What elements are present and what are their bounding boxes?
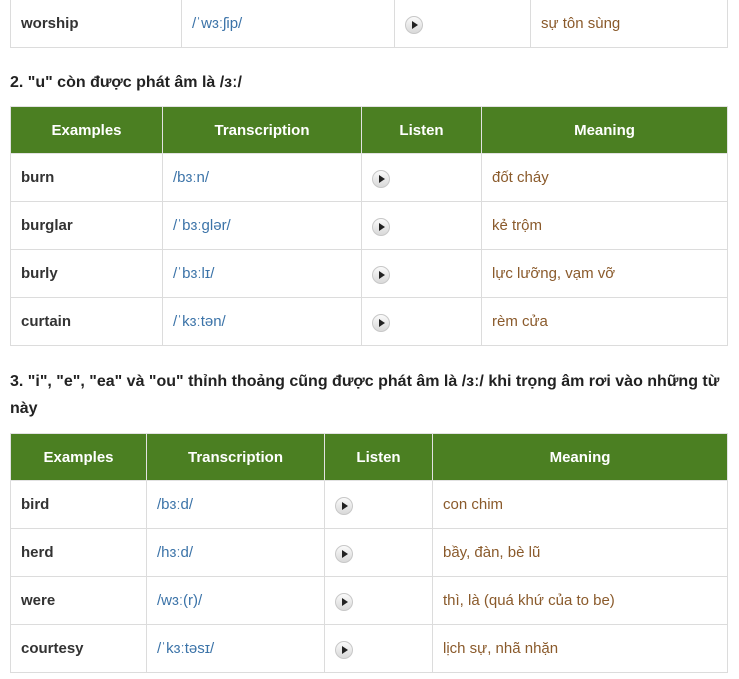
play-icon[interactable] [335,544,353,563]
transcription: /ˈbɜːglər/ [162,201,362,250]
table-row: burn /bɜːn/ đốt cháy [10,153,728,202]
listen-cell [324,624,433,673]
table-row: curtain /ˈkɜːtən/ rèm cửa [10,297,728,346]
example-word: bird [10,480,147,529]
play-icon[interactable] [405,15,423,34]
column-header: Examples [10,433,147,481]
column-header: Listen [361,106,482,154]
table-section-1-tail: worship /ˈwɜːʃip/ sự tôn sùng [10,0,728,48]
example-word: courtesy [10,624,147,673]
table-row: worship /ˈwɜːʃip/ sự tôn sùng [10,0,728,48]
column-header: Meaning [481,106,728,154]
listen-cell [324,480,433,529]
table-row: were /wɜː(r)/ thì, là (quá khứ của to be… [10,576,728,625]
listen-cell [361,297,482,346]
table-row: burly /ˈbɜːlɪ/ lực lưỡng, vạm vỡ [10,249,728,298]
table-section-3: Examples Transcription Listen Meaning bi… [10,433,728,673]
transcription: /ˈbɜːlɪ/ [162,249,362,298]
meaning: đốt cháy [481,153,728,202]
column-header: Examples [10,106,163,154]
section-heading: 2. "u" còn được phát âm là /ɜː/ [10,74,242,91]
table-row: burglar /ˈbɜːglər/ kẻ trộm [10,201,728,250]
table-row: bird /bɜːd/ con chim [10,480,728,529]
meaning: kẻ trộm [481,201,728,250]
example-word: burly [10,249,163,298]
column-header: Listen [324,433,433,481]
listen-cell [361,153,482,202]
listen-cell [324,528,433,577]
meaning: lực lưỡng, vạm vỡ [481,249,728,298]
column-header: Transcription [162,106,362,154]
listen-cell [361,249,482,298]
listen-cell [324,576,433,625]
meaning: lịch sự, nhã nhặn [432,624,728,673]
meaning: con chim [432,480,728,529]
transcription: /bɜːn/ [162,153,362,202]
transcription: /bɜːd/ [146,480,325,529]
example-word: burglar [10,201,163,250]
play-icon[interactable] [335,496,353,515]
example-word: were [10,576,147,625]
meaning: sự tôn sùng [530,0,728,48]
play-icon[interactable] [372,169,390,188]
meaning: bầy, đàn, bè lũ [432,528,728,577]
example-word: curtain [10,297,163,346]
play-icon[interactable] [372,313,390,332]
play-icon[interactable] [372,265,390,284]
column-header: Meaning [432,433,728,481]
transcription: /ˈkɜːtən/ [162,297,362,346]
table-section-2: Examples Transcription Listen Meaning bu… [10,106,728,346]
listen-cell [394,0,531,48]
play-icon[interactable] [372,217,390,236]
example-word: worship [10,0,182,48]
table-header-row: Examples Transcription Listen Meaning [10,106,728,154]
meaning: thì, là (quá khứ của to be) [432,576,728,625]
transcription: /ˈkɜːtəsɪ/ [146,624,325,673]
transcription: /hɜːd/ [146,528,325,577]
table-row: herd /hɜːd/ bầy, đàn, bè lũ [10,528,728,577]
listen-cell [361,201,482,250]
table-header-row: Examples Transcription Listen Meaning [10,433,728,481]
section-heading: 3. "i", "e", "ea" và "ou" thỉnh thoảng c… [10,373,720,417]
example-word: herd [10,528,147,577]
play-icon[interactable] [335,592,353,611]
meaning: rèm cửa [481,297,728,346]
example-word: burn [10,153,163,202]
transcription: /wɜː(r)/ [146,576,325,625]
column-header: Transcription [146,433,325,481]
play-icon[interactable] [335,640,353,659]
transcription: /ˈwɜːʃip/ [181,0,395,48]
table-row: courtesy /ˈkɜːtəsɪ/ lịch sự, nhã nhặn [10,624,728,673]
